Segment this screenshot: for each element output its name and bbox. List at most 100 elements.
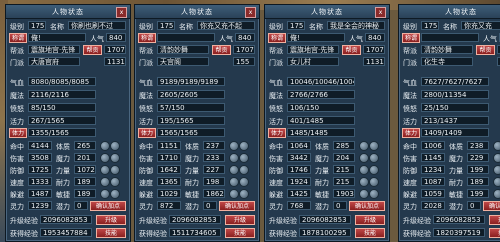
agility-sub-icon[interactable] [369, 189, 379, 199]
magic-label: 魔力 [185, 155, 199, 163]
anger-value: 106/150 [287, 103, 355, 112]
upgrade-button[interactable]: 升级 [225, 215, 255, 225]
window-title: 人物状态 [52, 8, 84, 16]
skills-button[interactable]: 技能 [225, 228, 255, 238]
skills-button[interactable]: 技能 [96, 228, 126, 238]
confirm-points-button[interactable]: 确认加点 [483, 201, 500, 211]
upgrade-exp-label: 升级经验 [403, 217, 431, 225]
magic-add-icon[interactable] [493, 153, 500, 163]
strength-add-icon[interactable] [359, 165, 369, 175]
skills-button[interactable]: 技能 [489, 228, 500, 238]
sect-label: 门派 [10, 59, 24, 67]
endurance-add-icon[interactable] [229, 177, 239, 187]
contribution-button[interactable]: 帮贡 [342, 45, 361, 55]
level-value: 175 [157, 21, 175, 30]
contribution-button[interactable]: 帮贡 [476, 45, 495, 55]
strength-sub-icon[interactable] [239, 165, 249, 175]
agility-add-icon[interactable] [359, 189, 369, 199]
constitution-sub-icon[interactable] [110, 141, 120, 151]
confirm-points-button[interactable]: 确认加点 [349, 201, 385, 211]
agility-sub-icon[interactable] [110, 189, 120, 199]
confirm-points-button[interactable]: 确认加点 [90, 201, 126, 211]
magic-sub-icon[interactable] [110, 153, 120, 163]
potential-value: 0 [467, 201, 481, 210]
damage-value: 3442 [287, 153, 311, 162]
upgrade-button[interactable]: 升级 [489, 215, 500, 225]
window-titlebar[interactable]: 人物状态 x [6, 5, 130, 19]
strength-sub-icon[interactable] [369, 165, 379, 175]
magic-add-icon[interactable] [359, 153, 369, 163]
magic-add-icon[interactable] [100, 153, 110, 163]
constitution-add-icon[interactable] [100, 141, 110, 151]
contribution-button[interactable]: 帮贡 [83, 45, 102, 55]
agility-add-icon[interactable] [229, 189, 239, 199]
defense-value: 1746 [287, 165, 311, 174]
constitution-value: 238 [467, 141, 489, 150]
constitution-add-icon[interactable] [359, 141, 369, 151]
window-titlebar[interactable]: 人物状态x [265, 5, 389, 19]
anger-label: 愤怒 [403, 105, 417, 113]
endurance-add-icon[interactable] [359, 177, 369, 187]
constitution-add-icon[interactable] [229, 141, 239, 151]
magic-sub-icon[interactable] [239, 153, 249, 163]
constitution-sub-icon[interactable] [239, 141, 249, 151]
confirm-points-button[interactable]: 确认加点 [219, 201, 255, 211]
title-button[interactable]: 称谓 [268, 33, 286, 43]
stamina-button[interactable]: 体力 [138, 128, 156, 138]
close-icon[interactable]: x [116, 7, 127, 18]
defense-value: 1234 [421, 165, 445, 174]
endurance-sub-icon[interactable] [239, 177, 249, 187]
stamina-button[interactable]: 体力 [9, 128, 27, 138]
stamina-button[interactable]: 体力 [402, 128, 420, 138]
name-label: 名称 [443, 23, 457, 31]
level-value: 175 [28, 21, 46, 30]
upgrade-button[interactable]: 升级 [355, 215, 385, 225]
popularity-label: 人气 [219, 35, 233, 43]
name-label: 名称 [309, 23, 323, 31]
constitution-sub-icon[interactable] [369, 141, 379, 151]
endurance-sub-icon[interactable] [110, 177, 120, 187]
agility-add-icon[interactable] [493, 189, 500, 199]
name-value: 我是全会的神秘 [327, 21, 385, 30]
endurance-value: 189 [74, 177, 96, 186]
magic-sub-icon[interactable] [369, 153, 379, 163]
contribution-value: 1707 [104, 45, 126, 54]
endurance-label: 耐力 [185, 179, 199, 187]
window-titlebar[interactable]: 人物状态x [399, 5, 500, 19]
potential-label: 潜力 [185, 203, 199, 211]
agility-sub-icon[interactable] [239, 189, 249, 199]
mp-value: 2116/2116 [28, 90, 96, 99]
magic-value: 201 [74, 153, 96, 162]
close-icon[interactable]: x [375, 7, 386, 18]
contribution-button[interactable]: 帮贡 [212, 45, 231, 55]
title-button[interactable]: 称谓 [9, 33, 27, 43]
endurance-add-icon[interactable] [100, 177, 110, 187]
upgrade-exp-value: 2096082853 [169, 215, 221, 224]
agility-add-icon[interactable] [100, 189, 110, 199]
constitution-value: 237 [203, 141, 225, 150]
title-button[interactable]: 称谓 [138, 33, 156, 43]
strength-add-icon[interactable] [100, 165, 110, 175]
title-button[interactable]: 称谓 [402, 33, 420, 43]
strength-sub-icon[interactable] [110, 165, 120, 175]
constitution-add-icon[interactable] [493, 141, 500, 151]
dodge-value: 1029 [157, 189, 181, 198]
defense-label: 防御 [139, 167, 153, 175]
vitality-label: 活力 [10, 118, 24, 126]
dodge-value: 1487 [28, 189, 52, 198]
potential-label: 潜力 [56, 203, 70, 211]
strength-value: 215 [333, 165, 355, 174]
stamina-button[interactable]: 体力 [268, 128, 286, 138]
strength-value: 199 [467, 165, 489, 174]
strength-add-icon[interactable] [493, 165, 500, 175]
endurance-add-icon[interactable] [493, 177, 500, 187]
upgrade-exp-value: 2096082853 [433, 215, 485, 224]
skills-button[interactable]: 技能 [355, 228, 385, 238]
window-titlebar[interactable]: 人物状态x [135, 5, 259, 19]
strength-add-icon[interactable] [229, 165, 239, 175]
upgrade-button[interactable]: 升级 [96, 215, 126, 225]
magic-add-icon[interactable] [229, 153, 239, 163]
sect-label: 门派 [139, 59, 153, 67]
close-icon[interactable]: x [245, 7, 256, 18]
endurance-sub-icon[interactable] [369, 177, 379, 187]
